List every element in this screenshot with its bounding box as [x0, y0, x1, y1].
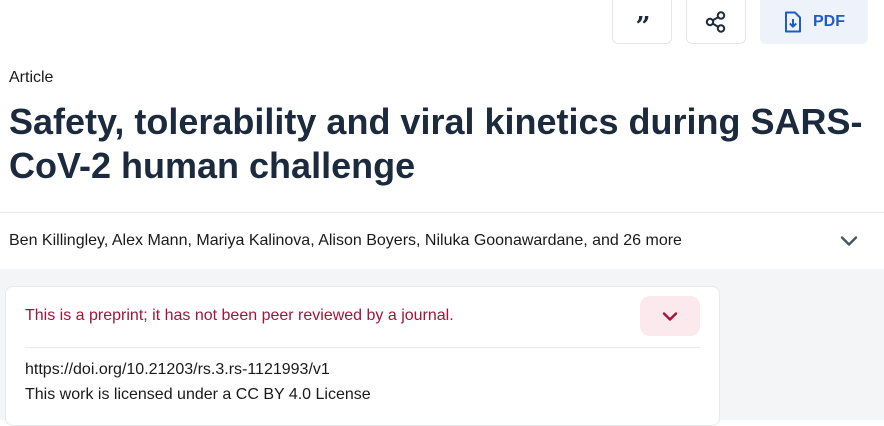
article-title: Safety, tolerability and viral kinetics … [9, 101, 863, 186]
preprint-notice: This is a preprint; it has not been peer… [25, 307, 454, 324]
chevron-down-icon[interactable] [840, 235, 858, 247]
pdf-button-label: PDF [813, 12, 845, 30]
pdf-download-button[interactable]: PDF [760, 0, 868, 44]
preprint-card: This is a preprint; it has not been peer… [5, 286, 720, 426]
quote-icon: ” [635, 11, 651, 42]
article-toolbar: ” PDF [612, 0, 868, 44]
notice-expand-button[interactable] [640, 296, 700, 336]
authors-bar[interactable]: Ben Killingley, Alex Mann, Mariya Kalino… [0, 212, 884, 269]
author-list: Ben Killingley, Alex Mann, Mariya Kalino… [9, 232, 682, 249]
pdf-download-icon [785, 11, 801, 32]
share-icon [705, 10, 726, 33]
cite-button[interactable]: ” [612, 0, 672, 44]
article-type-label: Article [9, 69, 54, 86]
license-text: This work is licensed under a CC BY 4.0 … [25, 386, 371, 403]
doi-link[interactable]: https://doi.org/10.21203/rs.3.rs-1121993… [25, 361, 330, 379]
divider [25, 347, 700, 348]
share-button[interactable] [686, 0, 746, 44]
chevron-down-icon [662, 311, 678, 321]
